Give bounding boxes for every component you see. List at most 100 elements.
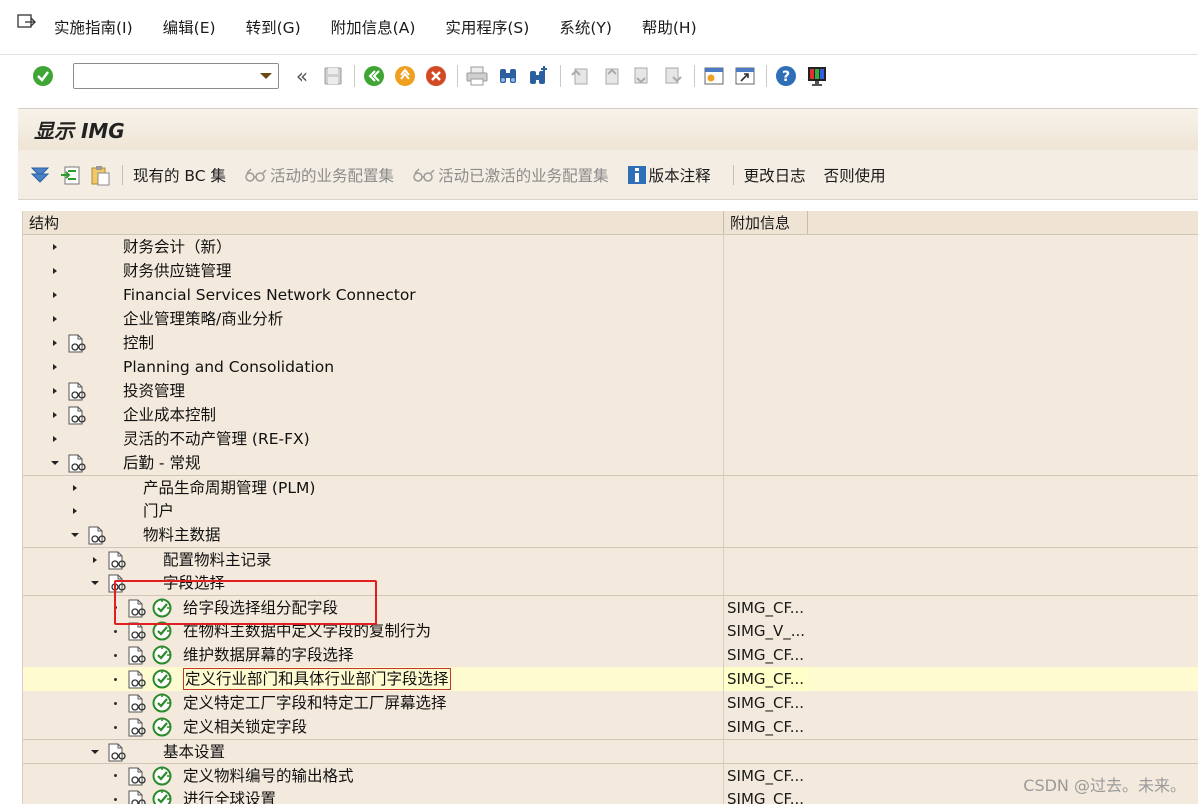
customize-layout-icon[interactable] [804, 63, 830, 89]
tree-row[interactable]: 灵活的不动产管理 (RE-FX) [23, 427, 1198, 451]
expand-node-icon[interactable] [49, 283, 61, 307]
tree-row[interactable]: Financial Services Network Connector [23, 283, 1198, 307]
documentation-icon[interactable] [127, 767, 147, 786]
expand-node-icon[interactable] [89, 548, 101, 572]
tree-row[interactable]: 给字段选择组分配字段 SIMG_CF... [23, 595, 1198, 620]
execute-activity-icon[interactable] [151, 669, 173, 689]
tree-node-label[interactable]: 定义行业部门和具体行业部门字段选择 [183, 668, 451, 690]
tree-row[interactable]: 在物料主数据中定义字段的复制行为 SIMG_V_... [23, 619, 1198, 643]
menu-edit[interactable]: 编辑(E) [163, 16, 216, 38]
tree-node-label[interactable]: 企业成本控制 [123, 403, 216, 427]
tree-row[interactable]: 控制 [23, 331, 1198, 355]
exit-icon[interactable] [392, 63, 418, 89]
where-used-button[interactable]: 否则使用 [824, 164, 886, 186]
tree-row[interactable]: Planning and Consolidation [23, 355, 1198, 379]
tree-row[interactable]: 定义相关锁定字段 SIMG_CF... [23, 715, 1198, 739]
filter-funnel-icon[interactable] [28, 163, 52, 187]
tree-row[interactable]: 后勤 - 常规 [23, 451, 1198, 475]
menu-implementation-guide[interactable]: 实施指南(I) [54, 16, 133, 38]
menu-extras[interactable]: 附加信息(A) [331, 16, 416, 38]
documentation-icon[interactable] [127, 622, 147, 641]
help-icon[interactable]: ? [773, 63, 799, 89]
tree-row[interactable]: 产品生命周期管理 (PLM) [23, 475, 1198, 500]
execute-activity-icon[interactable] [151, 789, 173, 804]
tree-node-label[interactable]: 进行全球设置 [183, 787, 276, 804]
documentation-icon[interactable] [67, 334, 87, 353]
collapse-node-icon[interactable] [49, 451, 61, 475]
collapse-node-icon[interactable] [89, 740, 101, 764]
documentation-icon[interactable] [127, 718, 147, 737]
tree-node-label[interactable]: 定义物料编号的输出格式 [183, 764, 354, 788]
tree-row[interactable]: 企业成本控制 [23, 403, 1198, 427]
tree-row[interactable]: 字段选择 [23, 571, 1198, 595]
tree-node-label[interactable]: 在物料主数据中定义字段的复制行为 [183, 619, 431, 643]
tree-row[interactable]: 财务供应链管理 [23, 259, 1198, 283]
expand-node-icon[interactable] [49, 379, 61, 403]
find-icon[interactable] [495, 63, 521, 89]
menu-goto[interactable]: 转到(G) [246, 16, 301, 38]
previous-page-icon[interactable] [598, 63, 624, 89]
documentation-icon[interactable] [127, 694, 147, 713]
expand-node-icon[interactable] [69, 476, 81, 500]
find-next-icon[interactable] [526, 63, 552, 89]
column-header-info[interactable]: 附加信息 [724, 211, 808, 234]
documentation-icon[interactable] [127, 670, 147, 689]
documentation-icon[interactable] [67, 382, 87, 401]
menu-help[interactable]: 帮助(H) [642, 16, 697, 38]
next-page-icon[interactable] [629, 63, 655, 89]
tree-node-label[interactable]: 定义相关锁定字段 [183, 715, 307, 739]
documentation-icon[interactable] [107, 743, 127, 762]
documentation-icon[interactable] [127, 790, 147, 804]
execute-activity-icon[interactable] [151, 717, 173, 737]
execute-activity-icon[interactable] [151, 645, 173, 665]
tree-node-label[interactable]: 财务供应链管理 [123, 259, 232, 283]
documentation-icon[interactable] [127, 646, 147, 665]
documentation-icon[interactable] [127, 599, 147, 618]
first-page-icon[interactable] [567, 63, 593, 89]
tree-row[interactable]: 定义物料编号的输出格式 SIMG_CF... [23, 763, 1198, 788]
expand-node-icon[interactable] [49, 235, 61, 259]
tree-node-label[interactable]: 控制 [123, 331, 154, 355]
tree-node-label[interactable]: Financial Services Network Connector [123, 283, 416, 307]
expand-node-icon[interactable] [49, 331, 61, 355]
back-icon[interactable] [361, 63, 387, 89]
documentation-icon[interactable] [107, 551, 127, 570]
tree-node-label[interactable]: 企业管理策略/商业分析 [123, 307, 283, 331]
expand-subtree-icon[interactable] [58, 163, 82, 187]
bc-sets-button[interactable]: 现有的 BC 集 [133, 164, 226, 186]
tree-row[interactable]: 基本设置 [23, 739, 1198, 764]
collapse-arrows-icon[interactable]: « [289, 63, 315, 89]
execute-activity-icon[interactable] [151, 693, 173, 713]
tree-node-label[interactable]: 维护数据屏幕的字段选择 [183, 643, 354, 667]
column-header-structure[interactable]: 结构 [23, 211, 724, 234]
tree-node-label[interactable]: 产品生命周期管理 (PLM) [143, 476, 315, 500]
activated-bc-sets-button[interactable]: 活动已激活的业务配置集 [412, 164, 609, 186]
cancel-icon[interactable] [423, 63, 449, 89]
tree-node-label[interactable]: 配置物料主记录 [163, 548, 272, 572]
expand-node-icon[interactable] [49, 403, 61, 427]
tree-row[interactable]: 门户 [23, 499, 1198, 523]
expand-node-icon[interactable] [69, 499, 81, 523]
new-session-icon[interactable] [701, 63, 727, 89]
tree-node-label[interactable]: 定义特定工厂字段和特定工厂屏幕选择 [183, 691, 447, 715]
expand-node-icon[interactable] [49, 259, 61, 283]
release-notes-button[interactable]: 版本注释 [627, 164, 711, 186]
enter-check-icon[interactable] [30, 63, 56, 89]
menu-utilities[interactable]: 实用程序(S) [445, 16, 529, 38]
chevron-down-icon[interactable] [260, 72, 272, 79]
tree-row[interactable]: 定义行业部门和具体行业部门字段选择 SIMG_CF... [23, 667, 1198, 691]
tree-node-label[interactable]: 门户 [143, 499, 174, 523]
collapse-node-icon[interactable] [69, 523, 81, 547]
print-icon[interactable] [464, 63, 490, 89]
shortcut-icon[interactable] [732, 63, 758, 89]
sap-menu-icon[interactable] [16, 12, 38, 34]
tree-node-label[interactable]: 灵活的不动产管理 (RE-FX) [123, 427, 310, 451]
clipboard-icon[interactable] [88, 163, 112, 187]
collapse-node-icon[interactable] [89, 571, 101, 595]
tree-row[interactable]: 财务会计（新） [23, 235, 1198, 259]
save-icon[interactable] [320, 63, 346, 89]
tree-node-label[interactable]: 后勤 - 常规 [123, 451, 200, 475]
command-field[interactable] [73, 62, 279, 89]
active-bc-sets-button[interactable]: 活动的业务配置集 [244, 164, 394, 186]
tree-row[interactable]: 投资管理 [23, 379, 1198, 403]
